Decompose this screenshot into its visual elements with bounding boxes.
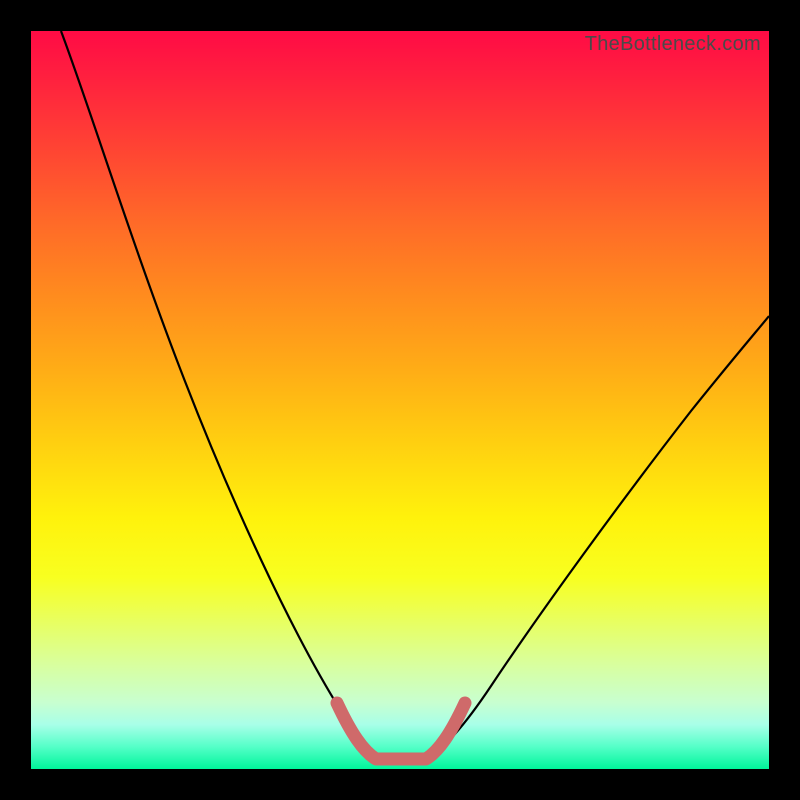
bottleneck-curve-path — [61, 31, 769, 759]
optimal-band-path — [337, 703, 465, 759]
chart-frame: TheBottleneck.com — [31, 31, 769, 769]
chart-svg — [31, 31, 769, 769]
